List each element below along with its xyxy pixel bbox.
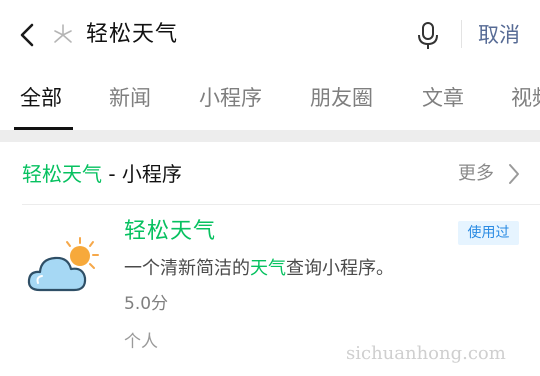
- chevron-right-icon[interactable]: [506, 162, 522, 186]
- app-description: 一个清新简洁的天气查询小程序。: [124, 254, 394, 284]
- tab-video[interactable]: 视频: [511, 82, 540, 114]
- section-title-highlight: 轻松天气: [22, 162, 102, 186]
- voice-search-button[interactable]: [414, 18, 442, 52]
- desc-highlight: 天气: [250, 258, 286, 279]
- desc-part-1: 一个清新简洁的: [124, 258, 250, 279]
- back-button[interactable]: [14, 18, 42, 52]
- section-separator: [0, 130, 540, 142]
- search-input[interactable]: 轻松天气: [86, 18, 178, 52]
- weather-partly-cloudy-icon[interactable]: [26, 236, 102, 300]
- divider: [22, 204, 540, 205]
- used-badge-label: 使用过: [467, 225, 510, 241]
- chevron-left-icon: [20, 23, 34, 47]
- tab-mini-program[interactable]: 小程序: [199, 82, 262, 114]
- more-link[interactable]: 更多: [458, 158, 494, 190]
- section-title: 轻松天气 - 小程序: [22, 158, 182, 190]
- app-name[interactable]: 轻松天气: [124, 216, 216, 248]
- app-rating: 5.0分: [124, 294, 169, 314]
- wechat-search-icon: [50, 20, 76, 50]
- divider: [461, 20, 462, 48]
- section-title-suffix: - 小程序: [102, 162, 182, 186]
- search-tabs: 全部 新闻 小程序 朋友圈 文章 视频: [0, 68, 540, 130]
- tab-articles[interactable]: 文章: [422, 82, 464, 114]
- tab-moments[interactable]: 朋友圈: [310, 82, 373, 114]
- watermark: sichuanhong.com: [346, 343, 506, 364]
- used-badge: 使用过: [458, 221, 519, 245]
- microphone-icon: [418, 22, 438, 49]
- cancel-button[interactable]: 取消: [478, 18, 520, 52]
- mini-program-section: 轻松天气 - 小程序 更多 轻松天气 使用过 一个清新简洁的天气查询小程序。 5…: [0, 142, 540, 376]
- tab-news[interactable]: 新闻: [109, 82, 151, 114]
- tab-all[interactable]: 全部: [20, 82, 62, 114]
- search-bar: 轻松天气 取消: [0, 0, 540, 68]
- desc-part-2: 查询小程序。: [286, 258, 394, 279]
- app-owner-type: 个人: [124, 332, 158, 352]
